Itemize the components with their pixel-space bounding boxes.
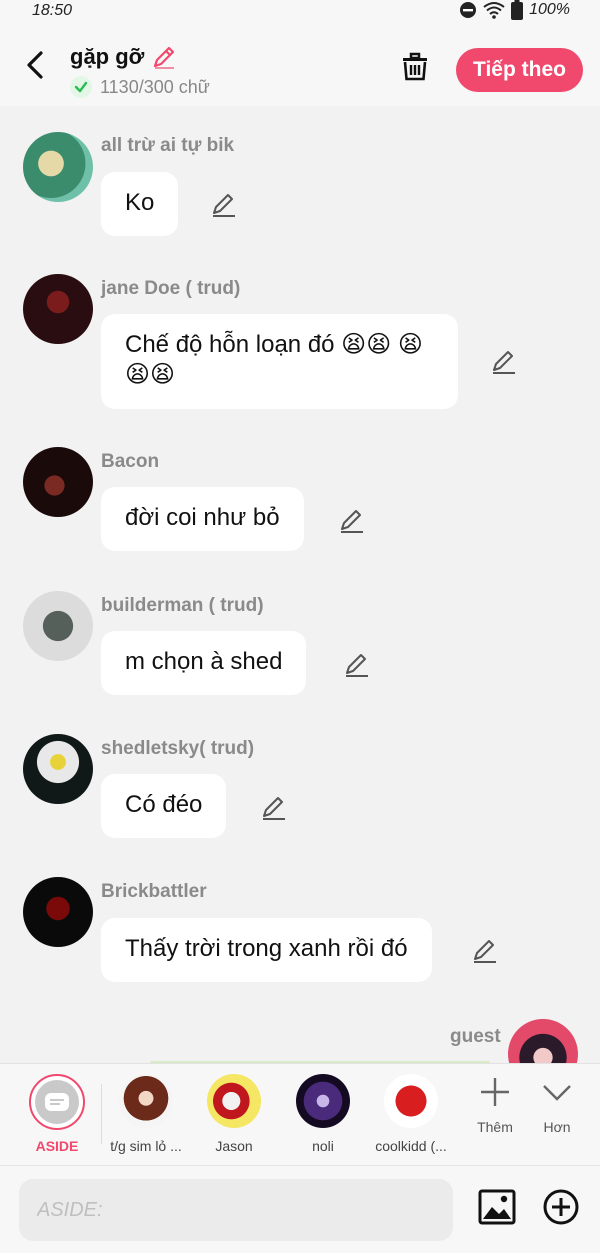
- aside-avatar: [29, 1074, 85, 1130]
- character-aside[interactable]: ASIDE: [12, 1074, 102, 1154]
- character-avatar: [384, 1074, 438, 1128]
- dnd-icon: [460, 2, 477, 18]
- message-bubble[interactable]: Thấy trời trong xanh rồi đó: [101, 918, 432, 982]
- wifi-icon: [483, 2, 505, 19]
- message-input[interactable]: [19, 1179, 453, 1241]
- battery-percent: 100%: [529, 1, 570, 18]
- back-button[interactable]: [18, 48, 52, 82]
- message-bubble[interactable]: Ko: [101, 172, 179, 236]
- message-bubble[interactable]: Chế độ hỗn loạn đó 😫😫 😫😫😫: [101, 314, 458, 409]
- character-avatar: [296, 1074, 350, 1128]
- note-icon: [45, 1093, 69, 1111]
- status-time: 18:50: [32, 2, 73, 19]
- edit-message-icon[interactable]: [211, 192, 237, 218]
- edit-message-icon[interactable]: [339, 508, 365, 534]
- character-item[interactable]: coolkidd (...: [366, 1074, 456, 1154]
- header: gặp gỡ 1130/300 chữ Tiếp theo: [0, 24, 600, 106]
- message-bubble[interactable]: Có đéo: [101, 774, 227, 838]
- edit-message-icon[interactable]: [261, 795, 287, 821]
- chat-area[interactable]: all trừ ai tự bik Ko jane Doe ( trud) Ch…: [0, 106, 600, 1063]
- next-button[interactable]: Tiếp theo: [456, 48, 583, 92]
- delete-button[interactable]: [400, 52, 434, 86]
- avatar[interactable]: [23, 877, 93, 947]
- battery-icon: [511, 0, 524, 20]
- avatar[interactable]: [23, 132, 93, 202]
- character-name: coolkidd (...: [375, 1138, 447, 1154]
- edit-message-icon[interactable]: [491, 349, 517, 375]
- story-title[interactable]: gặp gỡ: [70, 44, 176, 70]
- collapse-button[interactable]: Hơn: [527, 1076, 587, 1135]
- less-label: Hơn: [543, 1119, 571, 1135]
- message-bubble[interactable]: m chọn à shed: [101, 631, 307, 695]
- edit-message-icon[interactable]: [472, 938, 498, 964]
- character-item[interactable]: Jason: [189, 1074, 279, 1154]
- input-bar: [0, 1165, 600, 1253]
- word-count: 1130/300 chữ: [70, 76, 210, 98]
- guest-sender-name: guest: [450, 1026, 501, 1047]
- character-name: t/g sim lỏ ...: [110, 1138, 182, 1154]
- avatar[interactable]: [23, 447, 93, 517]
- plus-icon: [481, 1078, 509, 1106]
- add-button[interactable]: [542, 1188, 582, 1228]
- trash-icon: [403, 52, 427, 81]
- plus-circle-icon: [543, 1189, 579, 1225]
- guest-avatar[interactable]: [508, 1019, 578, 1063]
- character-name: ASIDE: [35, 1138, 79, 1154]
- character-avatar: [119, 1074, 173, 1128]
- avatar[interactable]: [23, 274, 93, 344]
- character-item[interactable]: t/g sim lỏ ...: [101, 1074, 191, 1154]
- character-name: Jason: [215, 1138, 253, 1154]
- character-item[interactable]: noli: [278, 1074, 368, 1154]
- avatar[interactable]: [23, 734, 93, 804]
- check-icon: [70, 76, 92, 98]
- title-text: gặp gỡ: [70, 44, 145, 69]
- image-button[interactable]: [478, 1188, 518, 1228]
- more-label: Thêm: [477, 1119, 513, 1135]
- sender-name: Bacon: [101, 451, 160, 472]
- sender-name: shedletsky( trud): [101, 738, 255, 759]
- character-name: noli: [312, 1138, 334, 1154]
- character-bar: ASIDE t/g sim lỏ ... Jason noli coolkidd…: [0, 1063, 600, 1165]
- message-bubble[interactable]: đời coi như bỏ: [101, 487, 304, 551]
- sender-name: all trừ ai tự bik: [101, 135, 235, 156]
- sender-name: builderman ( trud): [101, 595, 264, 616]
- edit-title-icon[interactable]: [152, 45, 176, 69]
- add-character-button[interactable]: Thêm: [465, 1076, 525, 1135]
- edit-message-icon[interactable]: [344, 652, 370, 678]
- avatar[interactable]: [23, 591, 93, 661]
- chevron-down-icon: [543, 1085, 571, 1101]
- sender-name: jane Doe ( trud): [101, 278, 241, 299]
- status-icons: 100%: [459, 0, 570, 20]
- word-count-text: 1130/300 chữ: [100, 76, 210, 97]
- character-avatar: [207, 1074, 261, 1128]
- image-icon: [478, 1189, 516, 1225]
- status-bar: 18:50 100%: [0, 0, 600, 24]
- sender-name: Brickbattler: [101, 881, 207, 902]
- chevron-left-icon: [27, 51, 43, 79]
